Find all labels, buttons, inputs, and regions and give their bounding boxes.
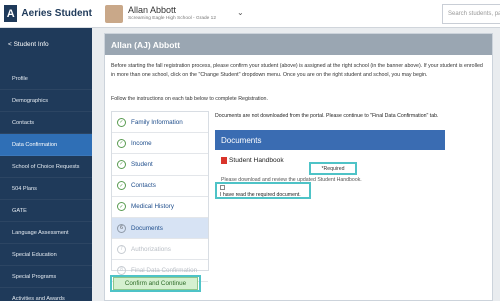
check-circle-icon: ✓ bbox=[117, 181, 126, 191]
tab-documents[interactable]: 6 Documents bbox=[112, 217, 208, 240]
documents-header: Documents bbox=[215, 130, 445, 150]
sidebar: A Aeries Student < Student Info Profile … bbox=[0, 0, 92, 301]
intro-text: Before starting the fall registration pr… bbox=[111, 63, 483, 78]
app-name: Aeries Student bbox=[21, 8, 92, 19]
chevron-down-icon[interactable]: ⌄ bbox=[237, 8, 244, 17]
step-number: 6 bbox=[117, 223, 126, 233]
tab-medical-history[interactable]: ✓ Medical History bbox=[112, 197, 208, 218]
sidebar-item-special-programs[interactable]: Special Programs bbox=[0, 266, 92, 288]
pdf-icon bbox=[221, 157, 227, 164]
check-circle-icon: ✓ bbox=[117, 159, 126, 169]
tab-family-information[interactable]: ✓ Family Information bbox=[112, 112, 208, 134]
documents-notice: Documents are not downloaded from the po… bbox=[215, 113, 439, 119]
read-document-checkbox[interactable] bbox=[220, 185, 225, 190]
tab-contacts[interactable]: ✓ Contacts bbox=[112, 176, 208, 197]
tab-label: Authorizations bbox=[131, 245, 171, 253]
sidebar-item-language-assessment[interactable]: Language Assessment bbox=[0, 222, 92, 244]
tab-label: Final Data Confirmation bbox=[131, 266, 198, 274]
document-title[interactable]: Student Handbook bbox=[229, 157, 284, 164]
student-name[interactable]: Allan Abbott bbox=[128, 5, 176, 15]
tab-label: Documents bbox=[131, 224, 163, 232]
registration-panel: Allan (AJ) Abbott Before starting the fa… bbox=[104, 33, 493, 301]
back-to-student-info-link[interactable]: < Student Info bbox=[0, 28, 92, 68]
confirm-and-continue-button[interactable]: Confirm and Continue bbox=[113, 277, 198, 290]
sidebar-item-demographics[interactable]: Demographics bbox=[0, 90, 92, 112]
sidebar-item-gate[interactable]: GATE bbox=[0, 200, 92, 222]
sidebar-item-504-plans[interactable]: 504 Plans bbox=[0, 178, 92, 200]
tab-student[interactable]: ✓ Student bbox=[112, 154, 208, 176]
registration-tabs: ✓ Family Information ✓ Income ✓ Student ✓ Co… bbox=[111, 111, 209, 282]
aeries-logo: A bbox=[4, 5, 18, 22]
step-number: 7 bbox=[117, 244, 126, 254]
tab-authorizations: 7 Authorizations bbox=[112, 239, 208, 261]
brand[interactable]: A Aeries Student bbox=[0, 0, 92, 28]
check-circle-icon: ✓ bbox=[117, 117, 126, 127]
required-label: *Required bbox=[309, 162, 357, 175]
tab-label: Income bbox=[131, 139, 152, 147]
sidebar-item-activities-awards[interactable]: Activities and Awards bbox=[0, 288, 92, 301]
instruction-text: Follow the instructions on each tab belo… bbox=[111, 96, 268, 102]
checkbox-label[interactable]: I have read the required document. bbox=[220, 192, 301, 198]
step-number: 8 bbox=[117, 265, 126, 275]
documents-content: Documents are not downloaded from the po… bbox=[215, 111, 445, 241]
sidebar-item-profile[interactable]: Profile bbox=[0, 68, 92, 90]
student-school: Screaming Eagle High School - Grade 12 bbox=[128, 16, 216, 21]
check-circle-icon: ✓ bbox=[117, 202, 126, 212]
sidebar-item-contacts[interactable]: Contacts bbox=[0, 112, 92, 134]
student-avatar bbox=[105, 5, 123, 23]
page-title: Allan (AJ) Abbott bbox=[105, 34, 492, 55]
tab-label: Medical History bbox=[131, 203, 175, 211]
sidebar-item-special-education[interactable]: Special Education bbox=[0, 244, 92, 266]
sidebar-item-data-confirmation[interactable]: Data Confirmation bbox=[0, 134, 92, 156]
search-input[interactable]: Search students, pa bbox=[442, 4, 500, 24]
tab-income[interactable]: ✓ Income bbox=[112, 133, 208, 155]
tab-label: Contacts bbox=[131, 182, 156, 190]
tab-label: Family Information bbox=[131, 118, 183, 126]
top-bar: Allan Abbott Screaming Eagle High School… bbox=[92, 0, 500, 28]
sidebar-item-school-of-choice[interactable]: School of Choice Requests bbox=[0, 156, 92, 178]
check-circle-icon: ✓ bbox=[117, 138, 126, 148]
tab-label: Student bbox=[131, 160, 153, 168]
